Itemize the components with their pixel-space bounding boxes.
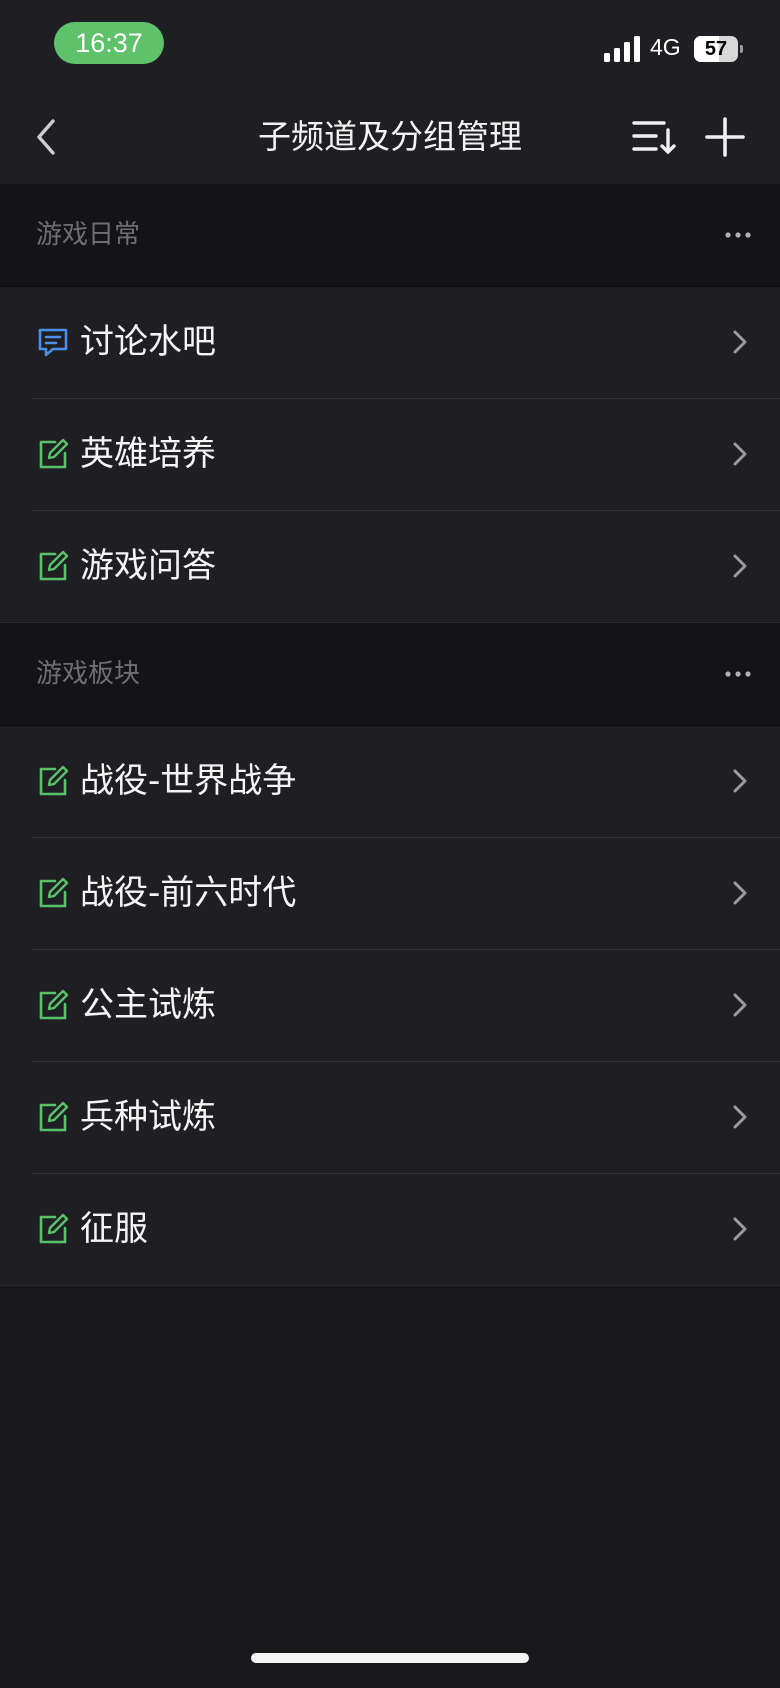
channel-item[interactable]: 征服 bbox=[0, 1174, 780, 1286]
chevron-right-icon bbox=[733, 554, 747, 578]
group-title: 游戏日常 bbox=[36, 220, 141, 250]
nav-bar: 子频道及分组管理 bbox=[0, 90, 780, 184]
chat-icon bbox=[38, 328, 68, 357]
channel-item[interactable]: 兵种试炼 bbox=[0, 1062, 780, 1174]
chevron-right-icon bbox=[733, 1105, 747, 1129]
group-title: 游戏板块 bbox=[36, 659, 141, 689]
channel-item[interactable]: 战役-世界战争 bbox=[0, 726, 780, 838]
group-more-button[interactable] bbox=[718, 216, 758, 254]
group-header: 游戏板块 bbox=[0, 623, 780, 726]
channel-item[interactable]: 游戏问答 bbox=[0, 511, 780, 623]
channel-label: 兵种试炼 bbox=[80, 1097, 216, 1137]
sort-button[interactable] bbox=[628, 112, 678, 162]
edit-icon bbox=[39, 1213, 69, 1244]
battery-icon: 57 bbox=[694, 36, 743, 62]
edit-icon bbox=[39, 1101, 69, 1132]
plus-icon bbox=[705, 117, 745, 157]
edit-icon bbox=[39, 438, 69, 469]
channel-item[interactable]: 公主试炼 bbox=[0, 950, 780, 1062]
divider bbox=[0, 1285, 780, 1286]
channel-item[interactable]: 讨论水吧 bbox=[0, 287, 780, 399]
home-indicator[interactable] bbox=[251, 1653, 529, 1663]
edit-icon bbox=[39, 989, 69, 1020]
edit-icon bbox=[39, 877, 69, 908]
chevron-right-icon bbox=[733, 1217, 747, 1241]
channel-list: 游戏日常 讨论水吧 英雄培养 游戏问答 游戏板块 战役-世界战争 战役-前六时代… bbox=[0, 184, 780, 1286]
channel-label: 讨论水吧 bbox=[80, 322, 216, 362]
channel-label: 战役-前六时代 bbox=[80, 873, 297, 913]
more-dots-icon bbox=[725, 671, 751, 677]
back-chevron-icon bbox=[37, 119, 55, 155]
chevron-right-icon bbox=[733, 993, 747, 1017]
channel-label: 战役-世界战争 bbox=[80, 761, 297, 801]
sort-icon bbox=[632, 121, 676, 154]
status-time: 16:37 bbox=[54, 22, 164, 64]
chevron-right-icon bbox=[733, 769, 747, 793]
channel-label: 公主试炼 bbox=[80, 985, 216, 1025]
battery-level: 57 bbox=[704, 38, 728, 60]
channel-label: 英雄培养 bbox=[80, 434, 216, 474]
channel-item[interactable]: 战役-前六时代 bbox=[0, 838, 780, 950]
status-bar: 16:37 4G 57 bbox=[0, 0, 780, 90]
back-button[interactable] bbox=[22, 112, 70, 162]
chevron-right-icon bbox=[733, 442, 747, 466]
channel-label: 游戏问答 bbox=[80, 546, 216, 586]
group-more-button[interactable] bbox=[718, 655, 758, 693]
channel-item[interactable]: 英雄培养 bbox=[0, 399, 780, 511]
channel-label: 征服 bbox=[80, 1209, 148, 1249]
edit-icon bbox=[39, 765, 69, 796]
signal-icon bbox=[604, 36, 640, 62]
more-dots-icon bbox=[725, 232, 751, 238]
group-header: 游戏日常 bbox=[0, 184, 780, 287]
chevron-right-icon bbox=[733, 881, 747, 905]
edit-icon bbox=[39, 550, 69, 581]
network-type: 4G bbox=[650, 34, 681, 60]
chevron-right-icon bbox=[733, 330, 747, 354]
add-button[interactable] bbox=[700, 112, 750, 162]
